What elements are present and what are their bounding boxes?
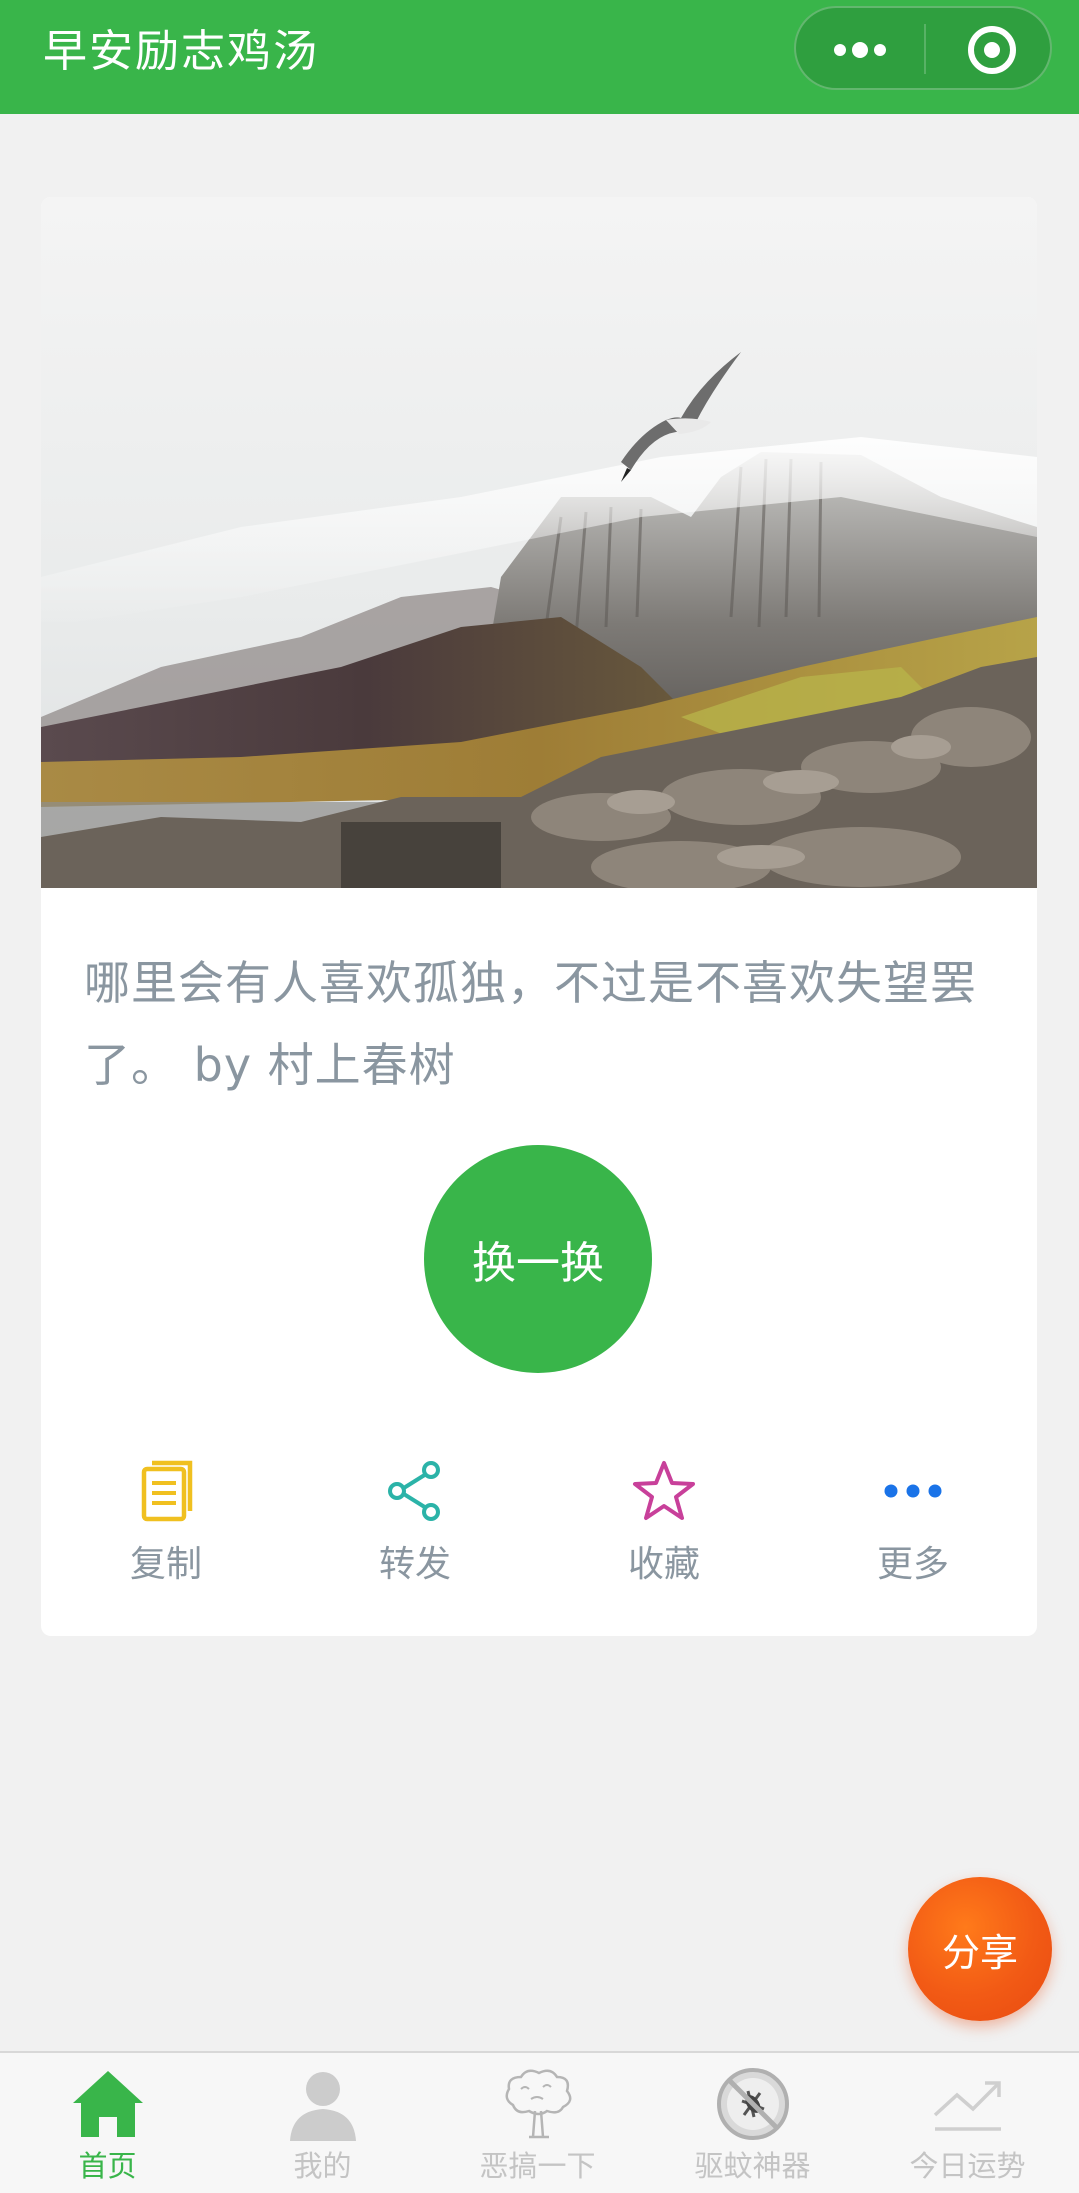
- copy-label: 复制: [129, 1544, 202, 1585]
- more-dots-icon: [834, 42, 886, 58]
- quote-card: 哪里会有人喜欢孤独，不过是不喜欢失望罢了。 by 村上春树 换一换 复制 转发: [41, 197, 1037, 1636]
- tab-mosquito-label: 驱蚊神器: [694, 2149, 811, 2183]
- copy-document-icon: [141, 1460, 193, 1522]
- tab-fortune[interactable]: 今日运势: [860, 2053, 1075, 2193]
- trend-line-icon: [933, 2081, 1001, 2131]
- tab-home-label: 首页: [78, 2149, 137, 2183]
- no-mosquito-icon: [717, 2068, 789, 2140]
- tab-mosquito[interactable]: 驱蚊神器: [645, 2053, 860, 2193]
- favorite-label: 收藏: [627, 1544, 700, 1585]
- tab-home[interactable]: 首页: [0, 2053, 215, 2193]
- action-row: 复制 转发 收藏 更多: [41, 1459, 1037, 1589]
- tree-cloud-icon: [505, 2069, 572, 2139]
- more-menu-button[interactable]: [796, 8, 924, 88]
- share-fab-button[interactable]: 分享: [908, 1877, 1052, 2021]
- person-icon: [290, 2072, 356, 2141]
- home-icon: [73, 2071, 143, 2137]
- forward-button[interactable]: 转发: [315, 1459, 515, 1589]
- tab-prank-label: 恶搞一下: [479, 2149, 596, 2183]
- tab-mine[interactable]: 我的: [215, 2053, 430, 2193]
- share-nodes-icon: [388, 1461, 440, 1521]
- bottom-tab-bar: 首页 我的 恶搞一下 驱蚊神器 今日运势: [0, 2051, 1079, 2193]
- more-dots-icon: [884, 1484, 942, 1498]
- more-button[interactable]: 更多: [813, 1459, 1013, 1589]
- favorite-button[interactable]: 收藏: [564, 1459, 764, 1589]
- tab-mine-label: 我的: [293, 2149, 352, 2183]
- star-outline-icon: [633, 1461, 695, 1520]
- quote-text: 哪里会有人喜欢孤独，不过是不喜欢失望罢了。 by 村上春树: [84, 956, 977, 1092]
- title-bar: 早安励志鸡汤: [0, 0, 1079, 114]
- copy-button[interactable]: 复制: [66, 1459, 266, 1589]
- mini-program-capsule: [794, 6, 1052, 90]
- close-mini-program-button[interactable]: [926, 8, 1052, 88]
- forward-label: 转发: [378, 1544, 451, 1585]
- cover-photo: [41, 197, 1037, 888]
- tab-fortune-label: 今日运势: [909, 2149, 1026, 2183]
- target-circle-icon: [968, 26, 1016, 74]
- more-label: 更多: [876, 1544, 949, 1585]
- refresh-quote-button[interactable]: 换一换: [424, 1145, 652, 1373]
- tab-prank[interactable]: 恶搞一下: [430, 2053, 645, 2193]
- app-title: 早安励志鸡汤: [43, 26, 319, 77]
